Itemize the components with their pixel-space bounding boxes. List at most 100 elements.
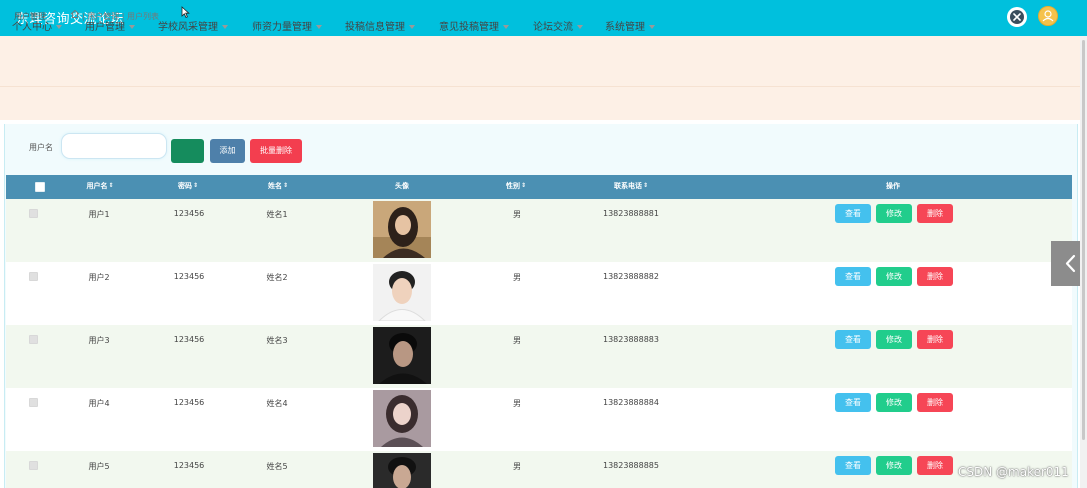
cell-password: 123456 xyxy=(173,461,205,470)
cell-phone: 13823888883 xyxy=(603,335,659,344)
cell-phone: 13823888881 xyxy=(603,209,659,218)
search-button[interactable] xyxy=(171,139,204,163)
cell-gender: 男 xyxy=(513,273,521,282)
nav-item-label: 学校风采管理 xyxy=(158,22,218,33)
delete-button[interactable]: 删除 xyxy=(917,267,953,286)
nav-item-school-style[interactable]: 学校风采管理 xyxy=(158,18,228,33)
cell-name: 姓名1 xyxy=(266,210,288,219)
column-header-password[interactable]: 密码⇕ xyxy=(178,181,198,191)
delete-button[interactable]: 删除 xyxy=(917,330,953,349)
search-label: 用户名 xyxy=(29,143,53,152)
home-icon xyxy=(70,9,80,18)
nav-item-label: 用户管理 xyxy=(85,22,125,33)
edit-button[interactable]: 修改 xyxy=(876,267,912,286)
cell-username: 用户2 xyxy=(88,273,110,282)
sort-icon: ⇕ xyxy=(108,182,114,189)
delete-button[interactable]: 删除 xyxy=(917,204,953,223)
view-button[interactable]: 查看 xyxy=(835,393,871,412)
user-avatar-icon xyxy=(1042,10,1054,22)
cell-password: 123456 xyxy=(173,335,205,344)
cell-phone: 13823888885 xyxy=(603,461,659,470)
user-avatar-button[interactable] xyxy=(1038,6,1058,26)
table-row: 用户1 123456 姓名1 男 13823888881 查看 修改 删除 xyxy=(6,199,1072,262)
cell-name: 姓名3 xyxy=(266,336,288,345)
watermark: CSDN @maker011 xyxy=(958,465,1069,479)
avatar xyxy=(373,327,431,384)
column-header-gender[interactable]: 性别⇕ xyxy=(506,181,526,191)
avatar xyxy=(373,264,431,321)
nav-item-feedback[interactable]: 意见投稿管理 xyxy=(439,18,509,33)
edit-button[interactable]: 修改 xyxy=(876,204,912,223)
breadcrumb[interactable]: | 用户管理 | 用户列表 xyxy=(82,11,159,22)
column-header-avatar: 头像 xyxy=(395,182,409,190)
column-header-username[interactable]: 用户名⇕ xyxy=(86,181,113,191)
cell-username: 用户4 xyxy=(88,399,110,408)
caret-down-icon xyxy=(316,25,322,29)
breadcrumb-home[interactable] xyxy=(70,9,80,22)
close-button[interactable] xyxy=(1007,7,1027,27)
edit-button[interactable]: 修改 xyxy=(876,456,912,475)
batch-delete-button[interactable]: 批量删除 xyxy=(250,139,302,163)
delete-button[interactable]: 删除 xyxy=(917,456,953,475)
table-header: 用户名⇕ 密码⇕ 姓名⇕ 头像 性别⇕ 联系电话⇕ 操作 xyxy=(6,175,1072,199)
add-button[interactable]: 添加 xyxy=(210,139,245,163)
delete-button[interactable]: 删除 xyxy=(917,393,953,412)
caret-down-icon xyxy=(409,25,415,29)
nav-item-forum[interactable]: 论坛交流 xyxy=(533,18,583,33)
column-header-label: 性别 xyxy=(505,182,520,190)
row-checkbox[interactable] xyxy=(29,461,38,470)
row-checkbox[interactable] xyxy=(29,272,38,281)
column-header-name[interactable]: 姓名⇕ xyxy=(268,181,288,191)
cell-name: 姓名4 xyxy=(266,399,288,408)
nav-item-label: 师资力量管理 xyxy=(252,22,312,33)
cell-phone: 13823888884 xyxy=(603,398,659,407)
select-all-checkbox[interactable] xyxy=(35,182,45,192)
edit-button[interactable]: 修改 xyxy=(876,393,912,412)
caret-down-icon xyxy=(129,25,135,29)
column-header-label: 密码 xyxy=(177,182,192,190)
breadcrumb-title: 用户管理 xyxy=(14,12,46,21)
sort-icon: ⇕ xyxy=(642,182,649,189)
table-row: 用户5 123456 姓名5 男 13823888885 查看 修改 删除 xyxy=(6,451,1072,488)
row-checkbox[interactable] xyxy=(29,209,38,218)
column-header-phone[interactable]: 联系电话⇕ xyxy=(614,181,648,191)
cell-phone: 13823888882 xyxy=(603,272,659,281)
view-button[interactable]: 查看 xyxy=(835,456,871,475)
sort-icon: ⇕ xyxy=(282,182,289,189)
column-header-actions: 操作 xyxy=(886,182,900,190)
row-checkbox[interactable] xyxy=(29,335,38,344)
avatar xyxy=(373,201,431,258)
caret-down-icon xyxy=(56,25,62,29)
caret-down-icon xyxy=(577,25,583,29)
cell-username: 用户5 xyxy=(88,462,110,471)
nav-item-label: 个人中心 xyxy=(12,22,52,33)
scrollbar-thumb[interactable] xyxy=(1082,40,1085,440)
table-row: 用户2 123456 姓名2 男 13823888882 查看 修改 删除 xyxy=(6,262,1072,325)
nav-item-label: 论坛交流 xyxy=(533,22,573,33)
column-header-label: 联系电话 xyxy=(613,182,642,190)
table-row: 用户4 123456 姓名4 男 13823888884 查看 修改 删除 xyxy=(6,388,1072,451)
view-button[interactable]: 查看 xyxy=(835,330,871,349)
cell-username: 用户1 xyxy=(88,210,110,219)
nav-item-label: 系统管理 xyxy=(605,22,645,33)
table-row: 用户3 123456 姓名3 男 13823888883 查看 修改 删除 xyxy=(6,325,1072,388)
caret-down-icon xyxy=(649,25,655,29)
cell-name: 姓名5 xyxy=(266,462,288,471)
view-button[interactable]: 查看 xyxy=(835,204,871,223)
mouse-cursor-icon xyxy=(181,6,190,22)
nav-item-faculty[interactable]: 师资力量管理 xyxy=(252,18,322,33)
search-input[interactable] xyxy=(61,133,167,159)
cell-name: 姓名2 xyxy=(266,273,288,282)
cell-password: 123456 xyxy=(173,398,205,407)
cell-password: 123456 xyxy=(173,209,205,218)
cell-username: 用户3 xyxy=(88,336,110,345)
row-checkbox[interactable] xyxy=(29,398,38,407)
column-header-label: 姓名 xyxy=(267,182,282,190)
view-button[interactable]: 查看 xyxy=(835,267,871,286)
edit-button[interactable]: 修改 xyxy=(876,330,912,349)
nav-item-system[interactable]: 系统管理 xyxy=(605,18,655,33)
avatar xyxy=(373,390,431,447)
nav-item-submissions[interactable]: 投稿信息管理 xyxy=(345,18,415,33)
caret-down-icon xyxy=(222,25,228,29)
sort-icon: ⇕ xyxy=(520,182,527,189)
